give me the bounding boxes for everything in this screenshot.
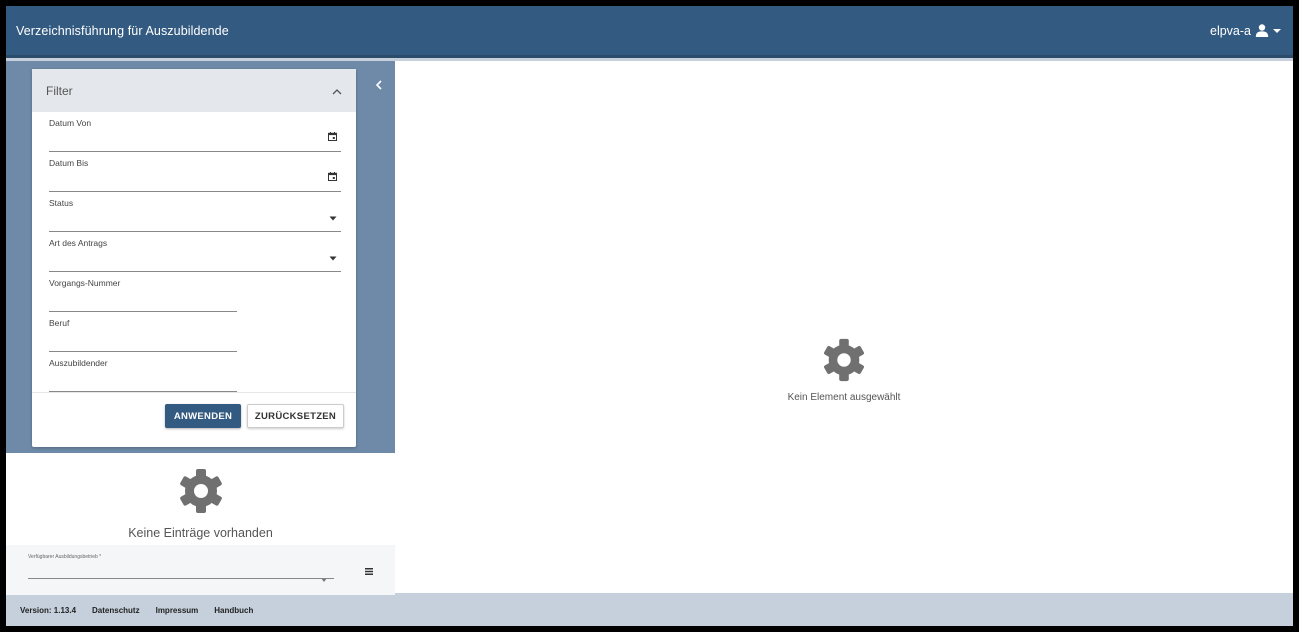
calendar-icon[interactable] <box>328 168 337 186</box>
chevron-up-icon[interactable] <box>332 82 342 100</box>
detail-empty-state: Kein Element ausgewählt <box>395 337 1293 403</box>
caret-down-icon <box>329 208 337 226</box>
date-from-field[interactable]: Datum Von <box>49 112 341 152</box>
field-label: Datum Bis <box>49 158 89 168</box>
empty-list-text: Keine Einträge vorhanden <box>128 526 273 540</box>
apply-button[interactable]: ANWENDEN <box>165 404 241 428</box>
filter-actions: ANWENDEN ZURÜCKSETZEN <box>165 404 344 428</box>
field-label: Datum Von <box>49 118 92 128</box>
status-select[interactable]: Status <box>49 192 341 232</box>
manual-link[interactable]: Handbuch <box>214 606 253 615</box>
app-title: Verzeichnisführung für Auszubildende <box>16 23 229 38</box>
trainee-input[interactable]: Auszubildender <box>49 352 338 392</box>
gear-icon <box>821 338 867 387</box>
chevron-left-icon <box>375 77 383 95</box>
username: elpva-a <box>1210 23 1251 38</box>
field-label: Vorgangs-Nummer <box>49 278 121 288</box>
field-label: Auszubildender <box>49 358 108 368</box>
company-select[interactable] <box>28 578 334 579</box>
sidebar: Filter Datum Von Datum Bis Status Art de… <box>6 61 395 453</box>
gear-icon <box>177 469 225 519</box>
user-icon <box>1255 24 1269 37</box>
detail-panel: Kein Element ausgewählt <box>395 61 1293 593</box>
profession-input[interactable]: Beruf <box>49 312 338 352</box>
filter-title: Filter <box>46 83 73 98</box>
user-menu[interactable]: elpva-a <box>1210 24 1281 38</box>
entry-list: Keine Einträge vorhanden <box>6 453 395 545</box>
version-label: Version: 1.13.4 <box>20 606 77 615</box>
detail-empty-text: Kein Element ausgewählt <box>787 392 901 403</box>
field-label: Art des Antrags <box>49 238 108 248</box>
privacy-link[interactable]: Datenschutz <box>92 606 140 615</box>
reset-button[interactable]: ZURÜCKSETZEN <box>247 404 344 428</box>
filter-divider <box>32 392 356 393</box>
calendar-icon[interactable] <box>328 128 337 146</box>
request-type-select[interactable]: Art des Antrags <box>49 232 341 272</box>
menu-icon[interactable] <box>365 562 373 580</box>
caret-down-icon <box>329 248 337 266</box>
top-bar: Verzeichnisführung für Auszubildende elp… <box>6 6 1293 58</box>
filter-header[interactable]: Filter <box>32 69 356 112</box>
company-select-area: Verfügbarer Ausbildungsbetrieb * <box>6 545 395 595</box>
case-number-input[interactable]: Vorgangs-Nummer <box>49 272 338 312</box>
date-to-field[interactable]: Datum Bis <box>49 152 341 192</box>
caret-down-icon <box>1273 28 1281 34</box>
field-label: Beruf <box>49 318 70 328</box>
collapse-sidebar-button[interactable] <box>368 75 390 97</box>
company-select-label: Verfügbarer Ausbildungsbetrieb * <box>28 554 102 560</box>
empty-list-state: Keine Einträge vorhanden <box>6 467 395 540</box>
filter-body: Datum Von Datum Bis Status Art des Antra… <box>32 112 356 392</box>
imprint-link[interactable]: Impressum <box>156 606 199 615</box>
field-label: Status <box>49 198 74 208</box>
app-frame: Verzeichnisführung für Auszubildende elp… <box>6 6 1293 626</box>
filter-panel: Filter Datum Von Datum Bis Status Art de… <box>32 69 356 447</box>
footer: Version: 1.13.4 Datenschutz Impressum Ha… <box>6 595 1293 626</box>
